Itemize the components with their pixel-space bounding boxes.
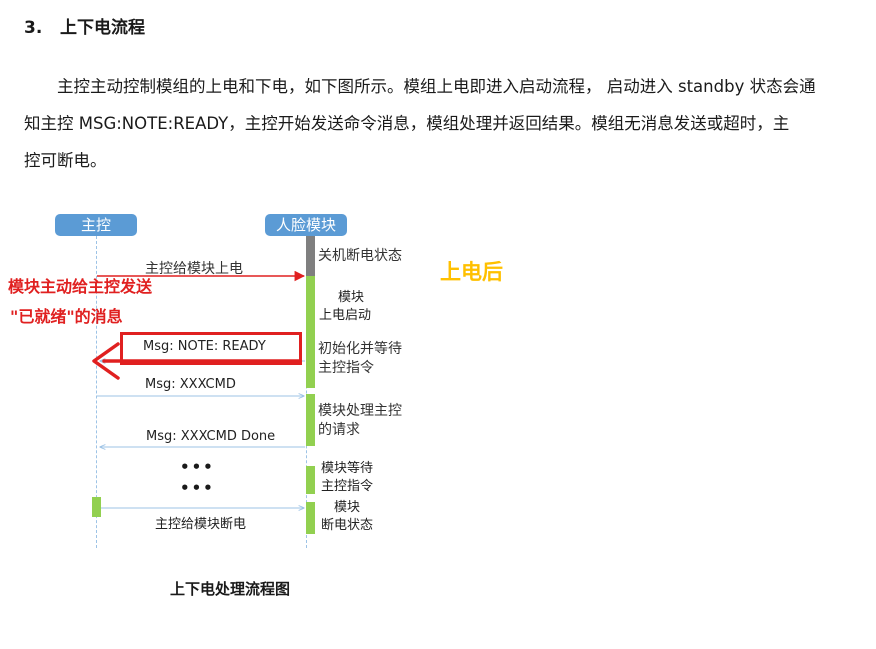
- power-on-label: 主控给模块上电: [145, 261, 243, 277]
- off-note-line: 断电状态: [321, 518, 374, 533]
- off-state-note: 关机断电状态: [318, 248, 402, 264]
- sequence-diagram: 主控 人脸模块 主控给模块上电 Msg: NOTE: READY Msg: XX…: [0, 0, 876, 649]
- init-note-line: 主控指令: [318, 360, 374, 376]
- off-note-line: 模块: [334, 500, 361, 515]
- process-note-line: 模块处理主控: [318, 403, 402, 419]
- after-power-on-annotation: 上电后: [440, 260, 503, 284]
- cmd-done-label: Msg: XXXCMD Done: [146, 429, 276, 444]
- ready-annotation-line: "已就绪"的消息: [10, 307, 123, 326]
- boot-note-line: 上电启动: [319, 308, 372, 323]
- cmd-label: Msg: XXXCMD: [145, 377, 236, 392]
- power-off-label: 主控给模块断电: [155, 517, 247, 532]
- figure-caption: 上下电处理流程图: [170, 580, 291, 598]
- message-arrows: [92, 270, 306, 649]
- wait-note-line: 主控指令: [321, 479, 374, 494]
- process-note-line: 的请求: [318, 422, 360, 438]
- ready-annotation-line: 模块主动给主控发送: [8, 277, 153, 296]
- ellipsis: •••: [180, 479, 215, 497]
- ready-label: Msg: NOTE: READY: [143, 339, 266, 354]
- init-note-line: 初始化并等待: [318, 341, 402, 357]
- ellipsis: •••: [180, 458, 215, 476]
- wait-note-line: 模块等待: [321, 461, 374, 476]
- boot-note-line: 模块: [338, 290, 365, 305]
